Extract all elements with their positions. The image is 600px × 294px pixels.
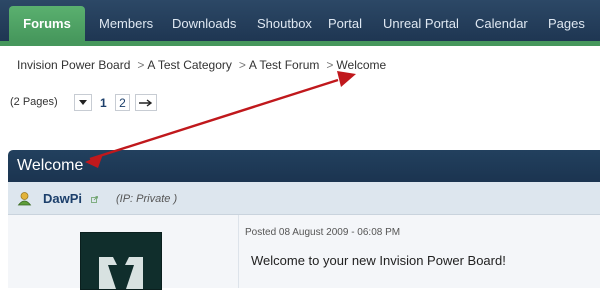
annotation-arrow — [85, 71, 356, 168]
